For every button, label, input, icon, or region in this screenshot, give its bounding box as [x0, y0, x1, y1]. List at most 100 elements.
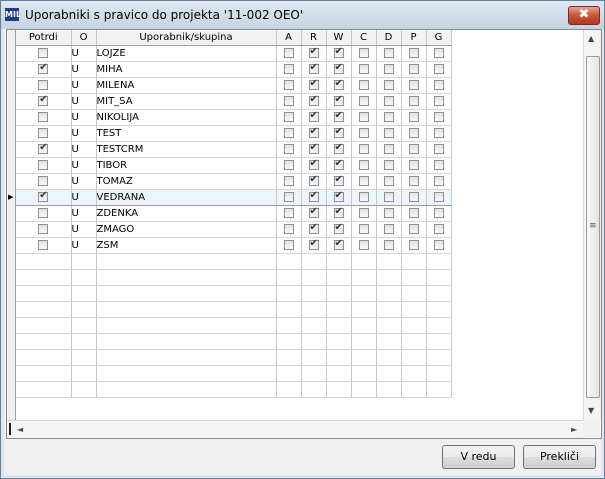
potrdi-checkbox[interactable]	[38, 142, 49, 154]
perm-d-checkbox[interactable]	[383, 208, 394, 218]
potrdi-checkbox[interactable]	[38, 240, 49, 250]
table-row[interactable]: UTESTCRM	[16, 141, 452, 158]
perm-c-checkbox[interactable]	[358, 176, 369, 186]
perm-p-checkbox[interactable]	[408, 208, 419, 218]
perm-c-checkbox[interactable]	[358, 192, 369, 202]
column-header[interactable]: R	[301, 30, 327, 46]
perm-a-checkbox[interactable]	[283, 208, 294, 218]
title-bar[interactable]: MIL Uporabniki s pravico do projekta '11…	[1, 1, 604, 29]
perm-g-checkbox[interactable]	[433, 144, 444, 154]
vertical-scroll-thumb[interactable]: ≡	[586, 56, 600, 398]
horizontal-scroll-thumb[interactable]	[9, 423, 11, 435]
column-header[interactable]: D	[376, 30, 402, 46]
table-row[interactable]: U ZDENKA	[16, 205, 452, 222]
potrdi-checkbox[interactable]	[38, 191, 49, 202]
scroll-down-icon[interactable]: ▼	[588, 406, 594, 415]
perm-d-checkbox[interactable]	[383, 80, 394, 90]
perm-d-checkbox[interactable]	[383, 64, 394, 74]
perm-g-checkbox[interactable]	[433, 48, 444, 58]
table-row[interactable]: U MILENA	[16, 77, 452, 94]
perm-w-checkbox[interactable]	[333, 46, 344, 58]
perm-p-checkbox[interactable]	[408, 96, 419, 106]
perm-p-checkbox[interactable]	[408, 48, 419, 58]
perm-r-checkbox[interactable]	[308, 62, 319, 74]
perm-p-checkbox[interactable]	[408, 224, 419, 234]
perm-d-checkbox[interactable]	[383, 240, 394, 250]
perm-d-checkbox[interactable]	[383, 112, 394, 122]
perm-g-checkbox[interactable]	[433, 176, 444, 186]
potrdi-checkbox[interactable]	[38, 128, 49, 138]
perm-p-checkbox[interactable]	[408, 192, 419, 202]
perm-g-checkbox[interactable]	[433, 208, 444, 218]
perm-c-checkbox[interactable]	[358, 144, 369, 154]
perm-p-checkbox[interactable]	[408, 128, 419, 138]
perm-g-checkbox[interactable]	[433, 64, 444, 74]
perm-a-checkbox[interactable]	[283, 144, 294, 154]
perm-r-checkbox[interactable]	[308, 94, 319, 106]
perm-r-checkbox[interactable]	[308, 174, 319, 186]
table-row[interactable]: UVEDRANA	[16, 189, 452, 206]
column-header[interactable]: Potrdi	[16, 30, 72, 46]
perm-w-checkbox[interactable]	[333, 78, 344, 90]
perm-a-checkbox[interactable]	[283, 160, 294, 170]
perm-c-checkbox[interactable]	[358, 160, 369, 170]
perm-p-checkbox[interactable]	[408, 112, 419, 122]
perm-c-checkbox[interactable]	[358, 112, 369, 122]
column-header[interactable]: A	[276, 30, 302, 46]
potrdi-checkbox[interactable]	[38, 224, 49, 234]
perm-c-checkbox[interactable]	[358, 96, 369, 106]
perm-a-checkbox[interactable]	[283, 224, 294, 234]
perm-a-checkbox[interactable]	[283, 240, 294, 250]
perm-r-checkbox[interactable]	[308, 191, 319, 202]
perm-a-checkbox[interactable]	[283, 48, 294, 58]
perm-r-checkbox[interactable]	[308, 78, 319, 90]
potrdi-checkbox[interactable]	[38, 62, 49, 74]
potrdi-checkbox[interactable]	[38, 176, 49, 186]
ok-button[interactable]: V redu	[442, 445, 515, 469]
perm-d-checkbox[interactable]	[383, 192, 394, 202]
table-row[interactable]: UMIT_SA	[16, 93, 452, 110]
cancel-button[interactable]: Prekliči	[523, 445, 596, 469]
perm-p-checkbox[interactable]	[408, 64, 419, 74]
perm-r-checkbox[interactable]	[308, 46, 319, 58]
perm-w-checkbox[interactable]	[333, 110, 344, 122]
perm-p-checkbox[interactable]	[408, 160, 419, 170]
close-button[interactable]: ✖	[568, 6, 600, 25]
perm-d-checkbox[interactable]	[383, 224, 394, 234]
potrdi-checkbox[interactable]	[38, 208, 49, 218]
perm-c-checkbox[interactable]	[358, 64, 369, 74]
perm-r-checkbox[interactable]	[308, 126, 319, 138]
perm-r-checkbox[interactable]	[308, 110, 319, 122]
perm-r-checkbox[interactable]	[308, 222, 319, 234]
perm-g-checkbox[interactable]	[433, 112, 444, 122]
perm-d-checkbox[interactable]	[383, 144, 394, 154]
perm-w-checkbox[interactable]	[333, 158, 344, 170]
table-row[interactable]: U LOJZE	[16, 45, 452, 62]
vertical-scrollbar[interactable]: ▲ ≡ ▼	[583, 30, 601, 420]
perm-g-checkbox[interactable]	[433, 128, 444, 138]
table-row[interactable]: U NIKOLIJA	[16, 109, 452, 126]
perm-d-checkbox[interactable]	[383, 160, 394, 170]
perm-a-checkbox[interactable]	[283, 80, 294, 90]
perm-c-checkbox[interactable]	[358, 48, 369, 58]
perm-d-checkbox[interactable]	[383, 48, 394, 58]
potrdi-checkbox[interactable]	[38, 94, 49, 106]
perm-r-checkbox[interactable]	[308, 158, 319, 170]
perm-r-checkbox[interactable]	[308, 206, 319, 218]
column-header[interactable]: Uporabnik/skupina	[96, 30, 277, 46]
perm-w-checkbox[interactable]	[333, 191, 344, 202]
perm-g-checkbox[interactable]	[433, 192, 444, 202]
scroll-left-icon[interactable]: ◄	[17, 425, 23, 434]
table-row[interactable]: U TOMAZ	[16, 173, 452, 190]
column-header[interactable]: W	[326, 30, 352, 46]
perm-r-checkbox[interactable]	[308, 142, 319, 154]
perm-g-checkbox[interactable]	[433, 96, 444, 106]
perm-c-checkbox[interactable]	[358, 208, 369, 218]
perm-g-checkbox[interactable]	[433, 80, 444, 90]
perm-w-checkbox[interactable]	[333, 94, 344, 106]
column-header[interactable]: C	[351, 30, 377, 46]
potrdi-checkbox[interactable]	[38, 80, 49, 90]
column-header[interactable]: O	[71, 30, 97, 46]
perm-w-checkbox[interactable]	[333, 62, 344, 74]
perm-a-checkbox[interactable]	[283, 96, 294, 106]
